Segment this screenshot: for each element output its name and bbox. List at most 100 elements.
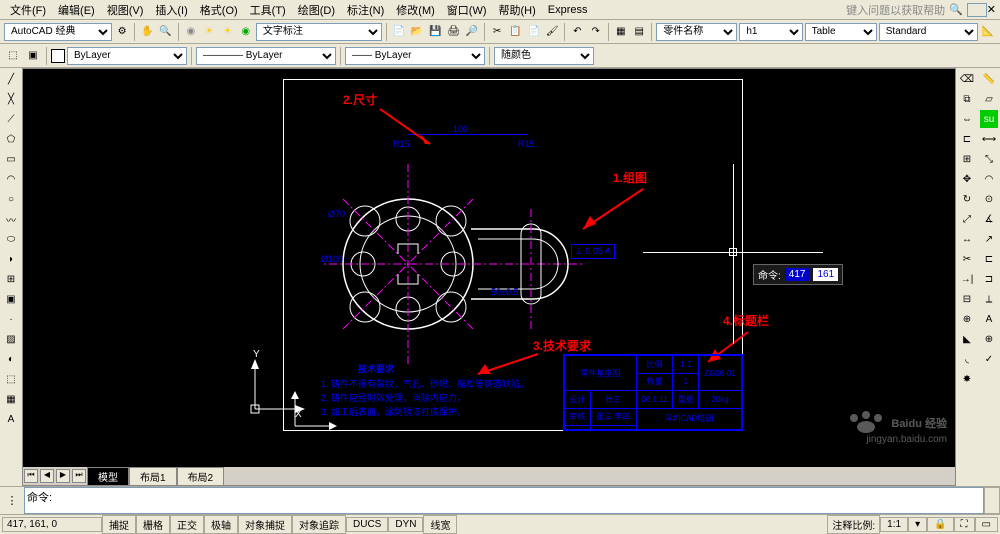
break-icon[interactable]: ⊟ [958, 290, 976, 308]
layer2-icon[interactable]: ◉ [238, 23, 254, 41]
block-icon[interactable]: ▦ [613, 23, 629, 41]
menu-tools[interactable]: 工具(T) [244, 0, 292, 20]
status-ducs[interactable]: DUCS [346, 517, 388, 532]
dist-icon[interactable]: 📏 [980, 70, 998, 88]
dim10-icon[interactable]: A [980, 310, 998, 328]
spline-icon[interactable]: 〰 [2, 210, 20, 228]
status-ortho[interactable]: 正交 [170, 515, 204, 534]
menu-help[interactable]: 帮助(H) [493, 0, 542, 20]
sun3-icon[interactable]: su [980, 110, 998, 128]
block2-icon[interactable]: ▣ [2, 290, 20, 308]
close-icon[interactable]: ✕ [987, 3, 996, 16]
menu-express[interactable]: Express [542, 2, 594, 18]
menu-modify[interactable]: 修改(M) [390, 0, 441, 20]
dim4-icon[interactable]: ⊙ [980, 190, 998, 208]
dim9-icon[interactable]: ⟂ [980, 290, 998, 308]
dim5-icon[interactable]: ∡ [980, 210, 998, 228]
linetype-select[interactable]: ———— ByLayer [196, 47, 336, 65]
cmd-grip-icon[interactable]: ⋮ [0, 487, 24, 514]
match-icon[interactable]: 🖌 [544, 23, 560, 41]
status-snap[interactable]: 捕捉 [102, 515, 136, 534]
paste-icon[interactable]: 📄 [526, 23, 542, 41]
command-input[interactable]: 命令: [24, 487, 984, 514]
sun-icon[interactable]: ☀ [201, 23, 217, 41]
prop-icon[interactable]: ⬚ [4, 47, 22, 65]
chamfer-icon[interactable]: ◣ [958, 330, 976, 348]
pan-icon[interactable]: ✋ [139, 23, 155, 41]
lineweight-select[interactable]: —— ByLayer [345, 47, 485, 65]
sun2-icon[interactable]: ☀ [219, 23, 235, 41]
preview-icon[interactable]: 🔎 [464, 23, 480, 41]
workspace-select[interactable]: AutoCAD 经典 [4, 23, 112, 41]
insert-icon[interactable]: ⊞ [2, 270, 20, 288]
point-icon[interactable]: · [2, 310, 20, 328]
undo-icon[interactable]: ↶ [569, 23, 585, 41]
cut-icon[interactable]: ✂ [489, 23, 505, 41]
h1-select[interactable]: h1 [739, 23, 802, 41]
status-polar[interactable]: 极轴 [204, 515, 238, 534]
status-lock-icon[interactable]: 🔒 [927, 517, 953, 532]
status-max-icon[interactable]: ⛶ [954, 517, 975, 532]
status-clean-icon[interactable]: ▭ [975, 517, 998, 532]
tab-last-icon[interactable]: ⏭ [72, 469, 86, 483]
plotstyle-select[interactable]: 随颜色 [494, 47, 594, 65]
menu-edit[interactable]: 编辑(E) [52, 0, 101, 20]
tab-first-icon[interactable]: ⏮ [24, 469, 38, 483]
search-box[interactable] [967, 3, 987, 17]
status-anno-scale[interactable]: 1:1 [880, 517, 908, 532]
tab-next-icon[interactable]: ▶ [56, 469, 70, 483]
rect-icon[interactable]: ▭ [2, 150, 20, 168]
scale-icon[interactable]: ⤢ [958, 210, 976, 228]
standard-select[interactable]: Standard [879, 23, 978, 41]
menu-dim[interactable]: 标注(N) [341, 0, 390, 20]
dim2-icon[interactable]: ⤡ [980, 150, 998, 168]
grad-icon[interactable]: ◐ [2, 350, 20, 368]
save-icon[interactable]: 💾 [427, 23, 443, 41]
area-icon[interactable]: ▱ [980, 90, 998, 108]
open-icon[interactable]: 📂 [409, 23, 425, 41]
zoom-icon[interactable]: 🔍 [157, 23, 173, 41]
ellarc-icon[interactable]: ◗ [2, 250, 20, 268]
polygon-icon[interactable]: ⬠ [2, 130, 20, 148]
menu-window[interactable]: 窗口(W) [441, 0, 493, 20]
search-icon[interactable]: 🔍 [949, 3, 963, 16]
color-select[interactable]: ByLayer [67, 47, 187, 65]
prop2-icon[interactable]: ▣ [24, 47, 42, 65]
table-icon[interactable]: ▤ [631, 23, 647, 41]
gear-icon[interactable]: ⚙ [114, 23, 130, 41]
xline-icon[interactable]: ╳ [2, 90, 20, 108]
extend-icon[interactable]: →| [958, 270, 976, 288]
new-icon[interactable]: 📄 [391, 23, 407, 41]
pline-icon[interactable]: ⟋ [2, 110, 20, 128]
tab-model[interactable]: 模型 [87, 467, 129, 486]
fillet-icon[interactable]: ◟ [958, 350, 976, 368]
dim7-icon[interactable]: ⊏ [980, 250, 998, 268]
status-osnap[interactable]: 对象捕捉 [238, 515, 292, 534]
circle-icon[interactable]: ○ [2, 190, 20, 208]
textstyle-select[interactable]: 文字标注 [256, 23, 382, 41]
tab-prev-icon[interactable]: ◀ [40, 469, 54, 483]
dim11-icon[interactable]: ⊕ [980, 330, 998, 348]
menu-file[interactable]: 文件(F) [4, 0, 52, 20]
erase-icon[interactable]: ⌫ [958, 70, 976, 88]
explode-icon[interactable]: ✸ [958, 370, 976, 388]
arc-icon[interactable]: ◠ [2, 170, 20, 188]
array-icon[interactable]: ⊞ [958, 150, 976, 168]
dim1-icon[interactable]: ⟷ [980, 130, 998, 148]
redo-icon[interactable]: ↷ [588, 23, 604, 41]
menu-insert[interactable]: 插入(I) [149, 0, 193, 20]
ellipse-icon[interactable]: ⬭ [2, 230, 20, 248]
status-anno-icon[interactable]: ▾ [908, 517, 927, 532]
hatch-icon[interactable]: ▨ [2, 330, 20, 348]
table2-icon[interactable]: ▦ [2, 390, 20, 408]
menu-draw[interactable]: 绘图(D) [292, 0, 341, 20]
dim12-icon[interactable]: ✓ [980, 350, 998, 368]
move-icon[interactable]: ✥ [958, 170, 976, 188]
cmd-scroll[interactable] [984, 487, 1000, 514]
menu-format[interactable]: 格式(O) [194, 0, 244, 20]
dimstyle-icon[interactable]: 📐 [980, 23, 996, 41]
status-dyn[interactable]: DYN [388, 517, 423, 532]
color-swatch[interactable] [51, 49, 65, 63]
mirror-icon[interactable]: ⇔ [958, 110, 976, 128]
menu-view[interactable]: 视图(V) [101, 0, 150, 20]
